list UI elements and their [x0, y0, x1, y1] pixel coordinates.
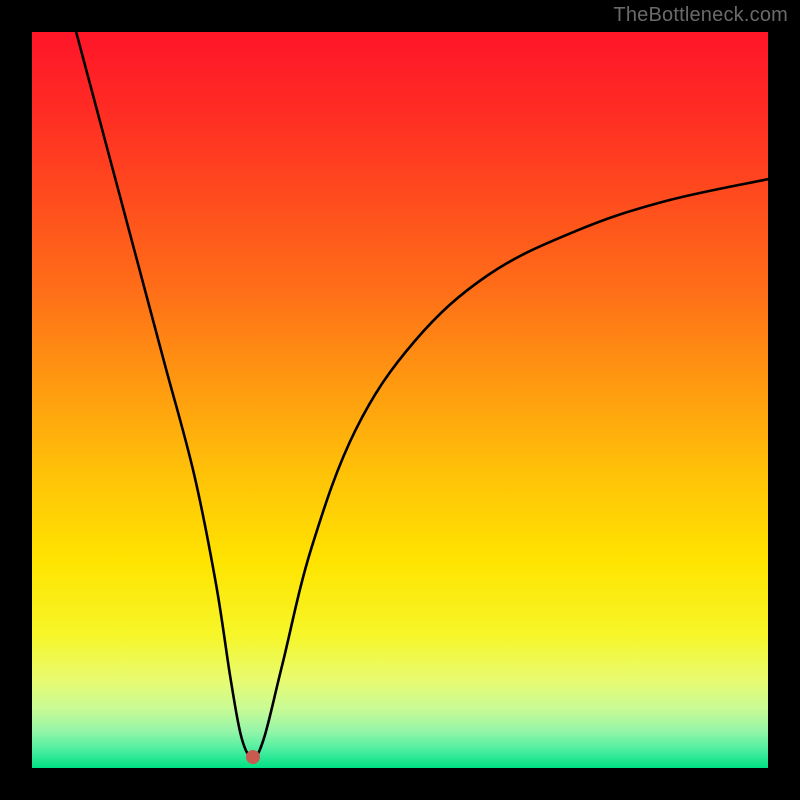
- optimum-marker: [246, 750, 260, 764]
- bottleneck-curve: [32, 32, 768, 768]
- watermark-text: TheBottleneck.com: [613, 4, 788, 27]
- plot-area: [32, 32, 768, 768]
- chart-frame: TheBottleneck.com: [0, 0, 800, 800]
